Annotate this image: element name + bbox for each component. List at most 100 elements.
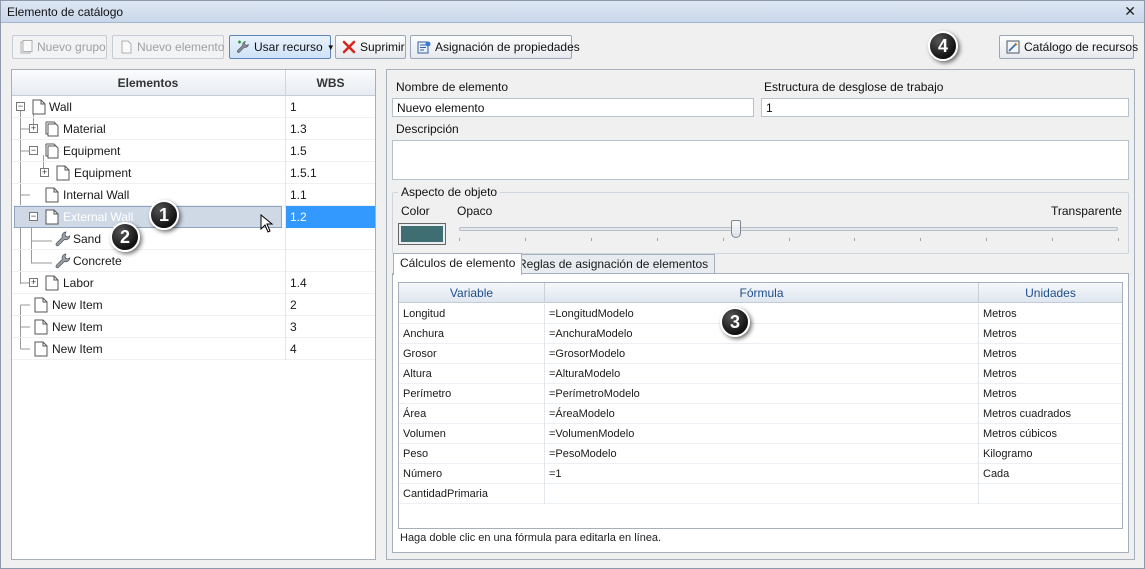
tree-row-selected[interactable]: − External Wall 1.2: [12, 206, 375, 233]
resource-catalog-button[interactable]: Catálogo de recursos: [999, 35, 1138, 59]
transparency-slider-thumb[interactable]: [730, 220, 741, 238]
units-cell: Metros: [983, 368, 1017, 380]
grid-row[interactable]: Área =ÁreaModelo Metros cuadrados: [399, 404, 1122, 424]
document-group-icon: [45, 121, 59, 137]
formula-cell[interactable]: =VolumenModelo: [545, 424, 979, 444]
delete-icon: [342, 40, 356, 54]
wbs-cell: [285, 228, 375, 250]
tree-label: New Item: [52, 342, 103, 356]
collapse-icon[interactable]: −: [29, 146, 38, 155]
new-item-label: Nuevo elemento: [137, 40, 225, 54]
assign-properties-label: Asignación de propiedades: [435, 40, 580, 54]
tree-row[interactable]: Internal Wall 1.1: [12, 184, 375, 206]
wbs-cell: 1.3: [285, 118, 375, 140]
tree-row[interactable]: + Equipment 1.5.1: [12, 162, 375, 184]
units-cell: Metros: [983, 328, 1017, 340]
slider-tick: [590, 238, 592, 241]
formula-cell[interactable]: =AlturaModelo: [545, 364, 979, 384]
use-resource-label: Usar recurso: [254, 40, 323, 54]
wbs-column-header[interactable]: WBS: [285, 70, 375, 96]
tree-row[interactable]: + Labor 1.4: [12, 272, 375, 294]
description-field[interactable]: [392, 140, 1129, 180]
new-item-icon: [119, 40, 133, 54]
variable-cell: Perímetro: [399, 384, 545, 404]
document-icon: [34, 319, 48, 335]
color-label: Color: [401, 204, 430, 218]
units-column-header[interactable]: Unidades: [979, 283, 1122, 303]
tree-label: Material: [63, 122, 106, 136]
expand-icon[interactable]: +: [40, 168, 49, 177]
tree-label: New Item: [52, 298, 103, 312]
wbs-cell: 1.5.1: [285, 162, 375, 184]
expand-icon[interactable]: +: [29, 124, 38, 133]
formula-column-header[interactable]: Fórmula: [545, 283, 979, 303]
grid-row[interactable]: Número =1 Cada: [399, 464, 1122, 484]
object-appearance-label: Aspecto de objeto: [398, 185, 501, 199]
grid-row[interactable]: Grosor =GrosorModelo Metros: [399, 344, 1122, 364]
grid-row[interactable]: Longitud =LongitudModelo Metros: [399, 304, 1122, 324]
delete-button[interactable]: Suprimir: [335, 35, 406, 59]
grid-row[interactable]: Altura =AlturaModelo Metros: [399, 364, 1122, 384]
units-cell: Metros: [983, 388, 1017, 400]
elements-column-header[interactable]: Elementos: [12, 76, 284, 90]
wrench-icon: [55, 231, 71, 247]
formula-cell[interactable]: [545, 484, 979, 504]
tab-assignment-rules[interactable]: Reglas de asignación de elementos: [511, 254, 716, 274]
wrench-icon: [55, 253, 71, 269]
element-name-field[interactable]: Nuevo elemento: [392, 98, 754, 117]
calculations-tab-body: Variable Fórmula Unidades Longitud =Longi…: [392, 273, 1129, 553]
document-icon: [45, 275, 59, 291]
formula-cell[interactable]: =GrosorModelo: [545, 344, 979, 364]
color-swatch[interactable]: [398, 223, 446, 245]
formula-cell[interactable]: =LongitudModelo: [545, 304, 979, 324]
document-icon: [34, 341, 48, 357]
tree-label: Concrete: [73, 254, 122, 268]
tab-element-calculations[interactable]: Cálculos de elemento: [393, 253, 523, 275]
grid-row[interactable]: Peso =PesoModelo Kilogramo: [399, 444, 1122, 464]
assign-properties-button[interactable]: Asignación de propiedades: [410, 35, 580, 59]
tree-row[interactable]: − Wall 1: [12, 96, 375, 118]
tree-row[interactable]: Sand: [12, 228, 375, 250]
tree-row[interactable]: + Material 1.3: [12, 118, 375, 140]
document-icon: [45, 187, 59, 203]
collapse-icon[interactable]: −: [29, 212, 38, 221]
edit-hint-text: Haga doble clic en una fórmula para edit…: [400, 532, 662, 544]
grid-row[interactable]: Perímetro =PerímetroModelo Metros: [399, 384, 1122, 404]
slider-tick: [788, 238, 790, 241]
tree-row[interactable]: New Item 4: [12, 338, 375, 360]
wbs-label: Estructura de desglose de trabajo: [764, 80, 944, 94]
slider-tick: [854, 238, 856, 241]
tree-label: Equipment: [74, 166, 132, 180]
tree-row[interactable]: New Item 2: [12, 294, 375, 316]
tree-row[interactable]: Concrete: [12, 250, 375, 272]
wbs-field[interactable]: 1: [761, 98, 1129, 117]
formula-cell[interactable]: =ÁreaModelo: [545, 404, 979, 424]
grid-row[interactable]: Anchura =AnchuraModelo Metros: [399, 324, 1122, 344]
formula-cell[interactable]: =PerímetroModelo: [545, 384, 979, 404]
collapse-icon[interactable]: −: [16, 102, 25, 111]
new-item-button[interactable]: Nuevo elemento: [112, 35, 224, 59]
calculations-grid: Variable Fórmula Unidades Longitud =Longi…: [398, 282, 1123, 529]
variable-column-header[interactable]: Variable: [399, 283, 545, 303]
expand-icon[interactable]: +: [29, 278, 38, 287]
slider-tick: [920, 238, 922, 241]
formula-cell[interactable]: =1: [545, 464, 979, 484]
transparency-slider-track[interactable]: [459, 227, 1118, 231]
grid-row[interactable]: Volumen =VolumenModelo Metros cúbicos: [399, 424, 1122, 444]
units-cell: Metros: [983, 348, 1017, 360]
formula-cell[interactable]: =AnchuraModelo: [545, 324, 979, 344]
variable-cell: Peso: [399, 444, 545, 464]
tree-row[interactable]: New Item 3: [12, 316, 375, 338]
new-group-button[interactable]: Nuevo grupo: [12, 35, 107, 59]
tree-label: Wall: [49, 100, 72, 114]
wbs-cell: 1.1: [285, 184, 375, 206]
element-tree-panel: Elementos WBS − Wall 1 + Material 1.3 − …: [11, 69, 376, 560]
grid-row[interactable]: CantidadPrimaria: [399, 484, 1122, 504]
formula-cell[interactable]: =PesoModelo: [545, 444, 979, 464]
tree-row[interactable]: − Equipment 1.5: [12, 140, 375, 162]
close-icon[interactable]: ✕: [1124, 3, 1136, 20]
tree-label: Internal Wall: [63, 188, 130, 202]
use-resource-button[interactable]: Usar recurso ▼: [229, 35, 335, 59]
catalog-item-window: Elemento de catálogo ✕ Nuevo grupo Nuevo…: [0, 0, 1145, 569]
document-group-icon: [45, 143, 59, 159]
